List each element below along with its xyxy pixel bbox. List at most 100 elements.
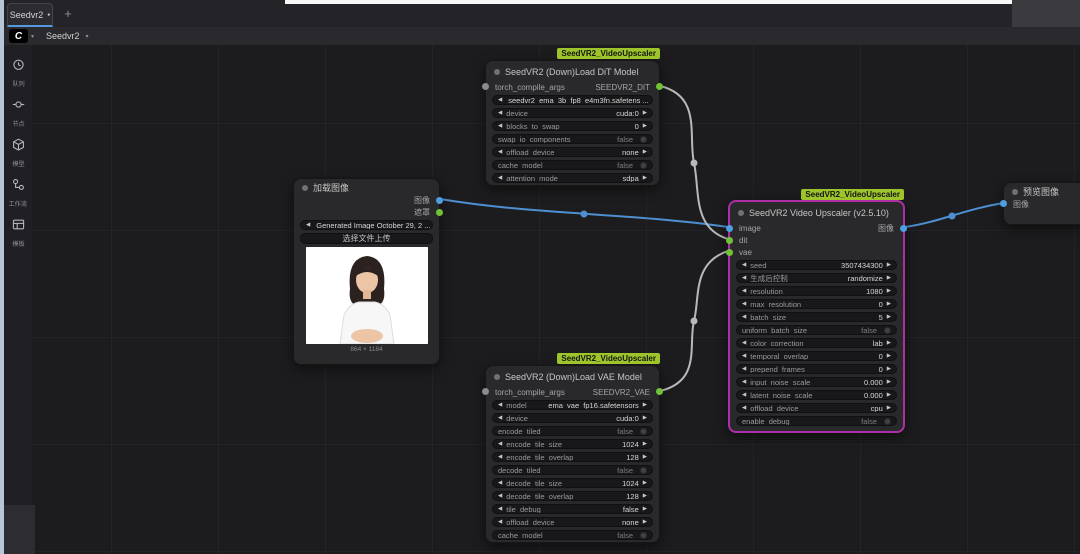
collapse-dot-icon[interactable] — [494, 68, 500, 75]
widget-tile-debug[interactable]: ◀ tile_debug false ▶ — [492, 504, 653, 514]
output-slot-seedvr2-vae[interactable] — [656, 388, 663, 395]
next-arrow-icon[interactable]: ▶ — [887, 379, 891, 385]
toggle-knob[interactable] — [640, 135, 647, 143]
widget-decode-tile-size[interactable]: ◀ decode_tile_size 1024 ▶ — [492, 478, 653, 488]
prev-arrow-icon[interactable]: ◀ — [742, 392, 746, 398]
widget-dit-model[interactable]: ◀seedvr2_ema_3b_fp8_e4m3fn.safetens ...▶ — [492, 95, 653, 105]
next-arrow-icon[interactable]: ▶ — [643, 415, 647, 421]
widget-cache-model[interactable]: cache_model false — [492, 530, 653, 540]
widget-input-noise-scale[interactable]: ◀ input_noise_scale 0.000 ▶ — [736, 377, 897, 387]
prev-arrow-icon[interactable]: ◀ — [742, 288, 746, 294]
output-slot-image[interactable] — [900, 225, 907, 232]
prev-arrow-icon[interactable]: ◀ — [498, 454, 502, 460]
comfyui-logo[interactable]: C — [9, 29, 28, 43]
node-title-bar[interactable]: SeedVR2 Video Upscaler (v2.5.10) — [730, 202, 903, 220]
next-arrow-icon[interactable]: ▶ — [643, 441, 647, 447]
prev-arrow-icon[interactable]: ◀ — [742, 314, 746, 320]
next-arrow-icon[interactable]: ▶ — [643, 149, 647, 155]
widget-enable-debug[interactable]: enable_debug false — [736, 416, 897, 426]
tab-seedvr2[interactable]: Seedvr2 ● — [7, 3, 53, 27]
input-slot-torch-compile-args[interactable] — [482, 388, 489, 395]
prev-arrow-icon[interactable]: ◀ — [498, 480, 502, 486]
next-arrow-icon[interactable]: ▶ — [643, 402, 647, 408]
widget-attention-mode[interactable]: ◀ attention_mode sdpa ▶ — [492, 173, 653, 183]
node-dit-loader[interactable]: SeedVR2_VideoUpscaler SeedVR2 (Down)Load… — [482, 48, 663, 186]
next-arrow-icon[interactable]: ▶ — [643, 480, 647, 486]
new-tab-button[interactable]: + — [59, 4, 77, 22]
next-arrow-icon[interactable]: ▶ — [643, 110, 647, 116]
toggle-knob[interactable] — [640, 161, 647, 169]
widget-decode-tiled[interactable]: decode_tiled false — [492, 465, 653, 475]
prev-arrow-icon[interactable]: ◀ — [498, 123, 502, 129]
next-arrow-icon[interactable]: ▶ — [887, 405, 891, 411]
sidebar-item-nodes[interactable]: 节点 — [4, 98, 32, 128]
collapse-dot-icon[interactable] — [738, 209, 744, 216]
widget-uniform-batch-size[interactable]: uniform_batch_size false — [736, 325, 897, 335]
prev-arrow-icon[interactable]: ◀ — [498, 402, 502, 408]
prev-arrow-icon[interactable]: ◀ — [498, 175, 502, 181]
widget-offload-device[interactable]: ◀ offload_device none ▶ — [492, 517, 653, 527]
next-arrow-icon[interactable]: ▶ — [887, 366, 891, 372]
widget-temporal-overlap[interactable]: ◀ temporal_overlap 0 ▶ — [736, 351, 897, 361]
next-arrow-icon[interactable]: ▶ — [887, 353, 891, 359]
output-slot-mask[interactable] — [436, 209, 443, 216]
widget-blocks-to-swap[interactable]: ◀ blocks_to_swap 0 ▶ — [492, 121, 653, 131]
widget-color-correction[interactable]: ◀ color_correction lab ▶ — [736, 338, 897, 348]
next-arrow-icon[interactable]: ▶ — [887, 392, 891, 398]
prev-arrow-icon[interactable]: ◀ — [498, 97, 502, 103]
prev-arrow-icon[interactable]: ◀ — [742, 262, 746, 268]
node-title-bar[interactable]: SeedVR2 (Down)Load DiT Model — [486, 61, 659, 79]
node-title-bar[interactable]: 加载图像 — [294, 179, 439, 194]
prev-arrow-icon[interactable]: ◀ — [742, 353, 746, 359]
output-slot-seedvr2-dit[interactable] — [656, 83, 663, 90]
next-arrow-icon[interactable]: ▶ — [643, 454, 647, 460]
sidebar-item-models[interactable]: 模型 — [4, 138, 32, 168]
toggle-knob[interactable] — [884, 417, 891, 425]
upload-file-button[interactable]: 选择文件上传 — [300, 233, 433, 244]
collapse-dot-icon[interactable] — [302, 184, 308, 191]
next-arrow-icon[interactable]: ▶ — [643, 506, 647, 512]
toggle-knob[interactable] — [884, 326, 891, 334]
logo-caret-icon[interactable]: ▾ — [31, 33, 34, 40]
widget-prepend-frames[interactable]: ◀ prepend_frames 0 ▶ — [736, 364, 897, 374]
next-arrow-icon[interactable]: ▶ — [887, 340, 891, 346]
widget-offload-device[interactable]: ◀ offload_device cpu ▶ — [736, 403, 897, 413]
toggle-knob[interactable] — [640, 466, 647, 474]
next-arrow-icon[interactable]: ▶ — [643, 175, 647, 181]
prev-arrow-icon[interactable]: ◀ — [498, 149, 502, 155]
next-arrow-icon[interactable]: ▶ — [643, 493, 647, 499]
prev-arrow-icon[interactable]: ◀ — [742, 275, 746, 281]
widget-seed[interactable]: ◀ seed 3507434300 ▶ — [736, 260, 897, 270]
widget-swap-io-components[interactable]: swap_io_components false — [492, 134, 653, 144]
widget-batch-size[interactable]: ◀ batch_size 5 ▶ — [736, 312, 897, 322]
widget-model[interactable]: ◀ model ema_vae_fp16.safetensors ▶ — [492, 400, 653, 410]
widget-offload-device[interactable]: ◀ offload_device none ▶ — [492, 147, 653, 157]
prev-arrow-icon[interactable]: ◀ — [742, 379, 746, 385]
widget-encode-tile-overlap[interactable]: ◀ encode_tile_overlap 128 ▶ — [492, 452, 653, 462]
prev-arrow-icon[interactable]: ◀ — [498, 493, 502, 499]
node-seedvr2-upscaler[interactable]: SeedVR2_VideoUpscaler SeedVR2 Video Upsc… — [726, 189, 907, 433]
prev-arrow-icon[interactable]: ◀ — [498, 415, 502, 421]
sidebar-item-queue[interactable]: 队列 — [4, 58, 32, 88]
widget-latent-noise-scale[interactable]: ◀ latent_noise_scale 0.000 ▶ — [736, 390, 897, 400]
input-slot-vae[interactable] — [726, 249, 733, 256]
prev-arrow-icon[interactable]: ◀ — [306, 222, 310, 228]
prev-arrow-icon[interactable]: ◀ — [498, 519, 502, 525]
node-vae-loader[interactable]: SeedVR2_VideoUpscaler SeedVR2 (Down)Load… — [482, 353, 663, 543]
widget-resolution[interactable]: ◀ resolution 1080 ▶ — [736, 286, 897, 296]
node-title-bar[interactable]: 预览图像 — [1004, 183, 1080, 198]
toggle-knob[interactable] — [640, 427, 647, 435]
input-slot-dit[interactable] — [726, 237, 733, 244]
collapse-dot-icon[interactable] — [1012, 188, 1018, 195]
input-slot-torch-compile-args[interactable] — [482, 83, 489, 90]
collapse-dot-icon[interactable] — [494, 373, 500, 380]
prev-arrow-icon[interactable]: ◀ — [742, 301, 746, 307]
workflow-name-menu[interactable]: Seedvr2 ▾ — [46, 31, 89, 41]
prev-arrow-icon[interactable]: ◀ — [498, 110, 502, 116]
output-slot-image[interactable] — [436, 197, 443, 204]
prev-arrow-icon[interactable]: ◀ — [742, 405, 746, 411]
image-preview[interactable] — [305, 247, 428, 344]
prev-arrow-icon[interactable]: ◀ — [742, 340, 746, 346]
toggle-knob[interactable] — [640, 531, 647, 539]
widget-device[interactable]: ◀ device cuda:0 ▶ — [492, 413, 653, 423]
